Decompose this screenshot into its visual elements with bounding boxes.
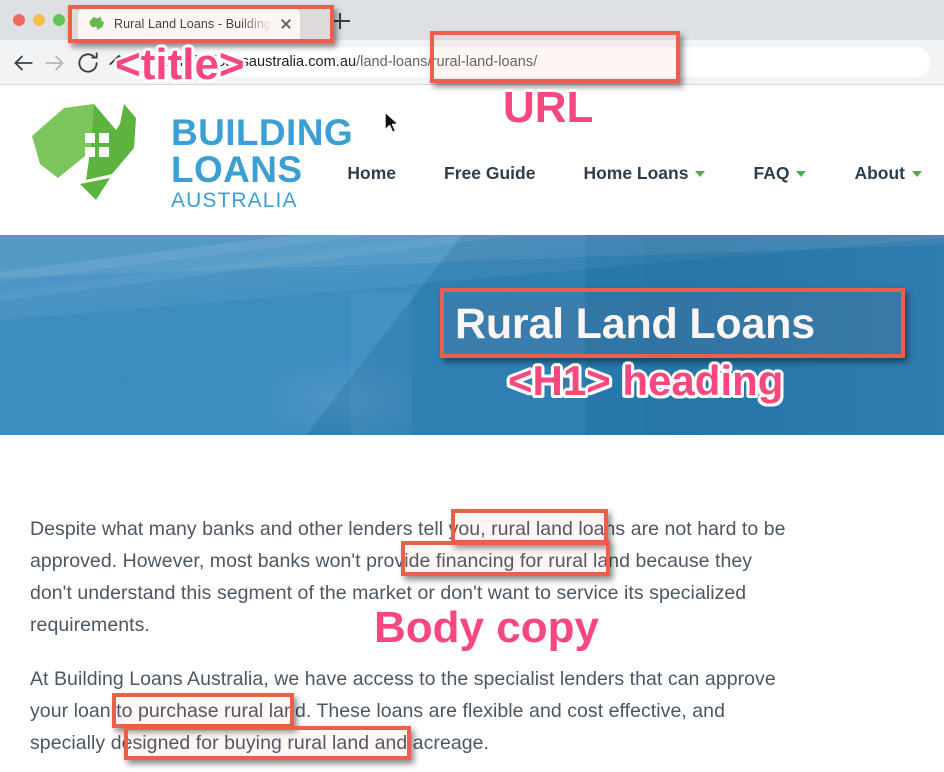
nav-label: Home Loans bbox=[583, 163, 689, 183]
hero-post-detail bbox=[350, 293, 412, 435]
nav-label: FAQ bbox=[753, 163, 790, 183]
url-text: w buildingloansaustralia.com.au/land-loa… bbox=[149, 54, 537, 70]
address-bar[interactable]: w buildingloansaustralia.com.au/land-loa… bbox=[135, 47, 930, 77]
close-window-button[interactable] bbox=[13, 14, 25, 26]
hero-banner: Rural Land Loans bbox=[0, 235, 944, 435]
site-header: BUILDING LOANS AUSTRALIA Home Free Guide… bbox=[0, 85, 944, 235]
url-path: /land-loans/rural-land-loans/ bbox=[356, 54, 538, 70]
minimize-window-button[interactable] bbox=[33, 14, 45, 26]
maximize-window-button[interactable] bbox=[53, 14, 65, 26]
chevron-down-icon bbox=[796, 170, 807, 177]
tab-close-icon[interactable] bbox=[278, 16, 294, 32]
logo-line-3: AUSTRALIA bbox=[171, 189, 298, 212]
forward-arrow-icon bbox=[42, 50, 68, 76]
chevron-down-icon bbox=[695, 170, 706, 177]
australia-map-favicon-icon bbox=[88, 16, 105, 31]
browser-window: Rural Land Loans - Building Loa w buildi… bbox=[0, 0, 944, 772]
browser-tab[interactable]: Rural Land Loans - Building Loa bbox=[78, 8, 300, 39]
reload-icon[interactable] bbox=[75, 50, 101, 76]
nav-label: Home bbox=[347, 163, 397, 183]
nav-item-home[interactable]: Home bbox=[323, 157, 420, 190]
body-paragraph-1: Despite what many banks and other lender… bbox=[30, 518, 786, 636]
back-arrow-icon[interactable] bbox=[10, 50, 36, 76]
url-host: w bbox=[149, 54, 164, 70]
logo-line-1: BUILDING bbox=[171, 112, 354, 153]
nav-item-home-loans[interactable]: Home Loans bbox=[559, 157, 729, 190]
window-traffic-lights bbox=[13, 14, 65, 26]
main-navigation: Home Free Guide Home Loans FAQ About bbox=[323, 157, 944, 190]
site-logo[interactable]: BUILDING LOANS AUSTRALIA bbox=[28, 100, 353, 215]
browser-tab-bar: Rural Land Loans - Building Loa bbox=[0, 0, 944, 40]
url-domain: buildingloansaustralia.com.au bbox=[163, 54, 357, 70]
new-tab-button[interactable] bbox=[332, 11, 352, 31]
nav-label: About bbox=[854, 163, 905, 183]
body-paragraph-2: At Building Loans Australia, we have acc… bbox=[30, 668, 776, 754]
page-content: Despite what many banks and other lender… bbox=[0, 435, 944, 759]
chevron-down-icon bbox=[912, 170, 922, 177]
home-icon[interactable] bbox=[106, 50, 132, 76]
browser-tab-title: Rural Land Loans - Building Loa bbox=[114, 16, 276, 31]
nav-item-free-guide[interactable]: Free Guide bbox=[420, 157, 559, 190]
australia-house-logo-mark-icon bbox=[28, 100, 153, 212]
web-page: BUILDING LOANS AUSTRALIA Home Free Guide… bbox=[0, 85, 944, 772]
nav-item-faq[interactable]: FAQ bbox=[729, 157, 830, 190]
nav-item-about[interactable]: About bbox=[830, 157, 944, 190]
page-title: Rural Land Loans bbox=[455, 300, 815, 348]
nav-label: Free Guide bbox=[444, 163, 536, 183]
